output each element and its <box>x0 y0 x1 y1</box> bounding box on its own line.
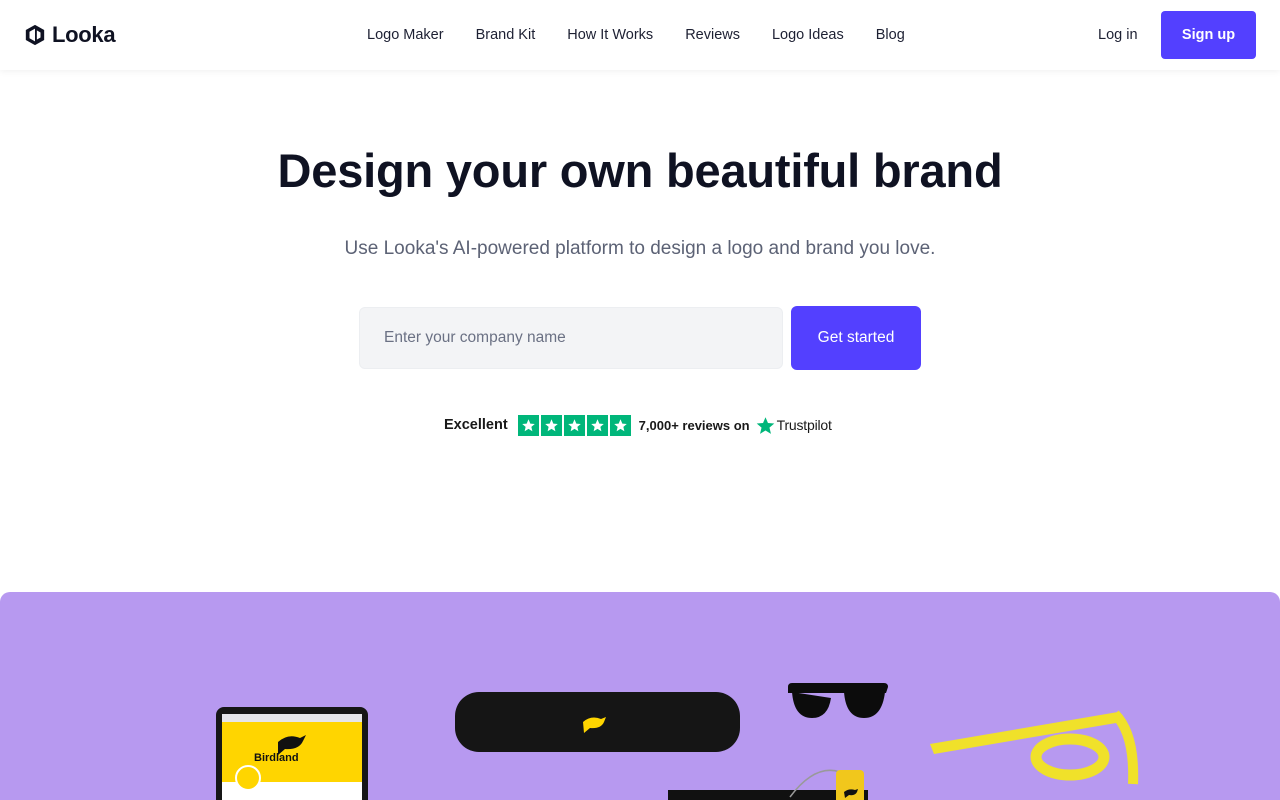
sunglasses-mockup <box>788 683 888 718</box>
star-icon <box>563 414 585 436</box>
nav-item-logo-maker[interactable]: Logo Maker <box>351 27 460 43</box>
site-header: Looka Logo Maker Brand Kit How It Works … <box>0 0 1280 70</box>
trustpilot-review-count: 7,000+ reviews on <box>638 417 750 433</box>
star-icon <box>540 414 562 436</box>
company-name-input[interactable] <box>359 307 783 369</box>
trustpilot-star-icon <box>756 416 774 434</box>
trustpilot-brand: Trustpilot <box>776 417 832 433</box>
nav-item-logo-ideas[interactable]: Logo Ideas <box>756 27 860 43</box>
nav-item-how-it-works[interactable]: How It Works <box>551 27 669 43</box>
brand-mockup-illustration <box>216 683 1139 800</box>
mockup-brand-name: Birdland <box>254 752 299 764</box>
brand-name: Looka <box>52 22 116 47</box>
star-icon <box>609 414 631 436</box>
signup-button[interactable]: Sign up <box>1161 11 1256 59</box>
trustpilot-rating-label: Excellent <box>444 417 508 433</box>
login-link[interactable]: Log in <box>1085 25 1151 45</box>
brand-logo-link[interactable]: Looka <box>24 22 116 48</box>
nav-item-reviews[interactable]: Reviews <box>669 27 756 43</box>
nav-item-brand-kit[interactable]: Brand Kit <box>460 27 552 43</box>
hero-title: Design your own beautiful brand <box>277 144 1003 197</box>
hero-subtitle: Use Looka's AI-powered platform to desig… <box>344 238 936 259</box>
measuring-tape-mockup <box>930 710 1139 785</box>
main-nav: Logo Maker Brand Kit How It Works Review… <box>351 0 921 70</box>
trustpilot-widget[interactable]: Excellent 7,000+ reviews on Trustpilot <box>444 414 832 436</box>
get-started-button[interactable]: Get started <box>791 306 921 370</box>
nav-item-blog[interactable]: Blog <box>860 27 921 43</box>
star-icon <box>586 414 608 436</box>
black-tube-mockup <box>455 692 740 752</box>
brand-showcase-image: Birdland <box>0 592 1280 800</box>
star-icon <box>517 414 539 436</box>
hang-tag-mockup <box>836 770 864 800</box>
looka-logo-icon <box>25 24 45 46</box>
trustpilot-stars <box>517 414 631 436</box>
